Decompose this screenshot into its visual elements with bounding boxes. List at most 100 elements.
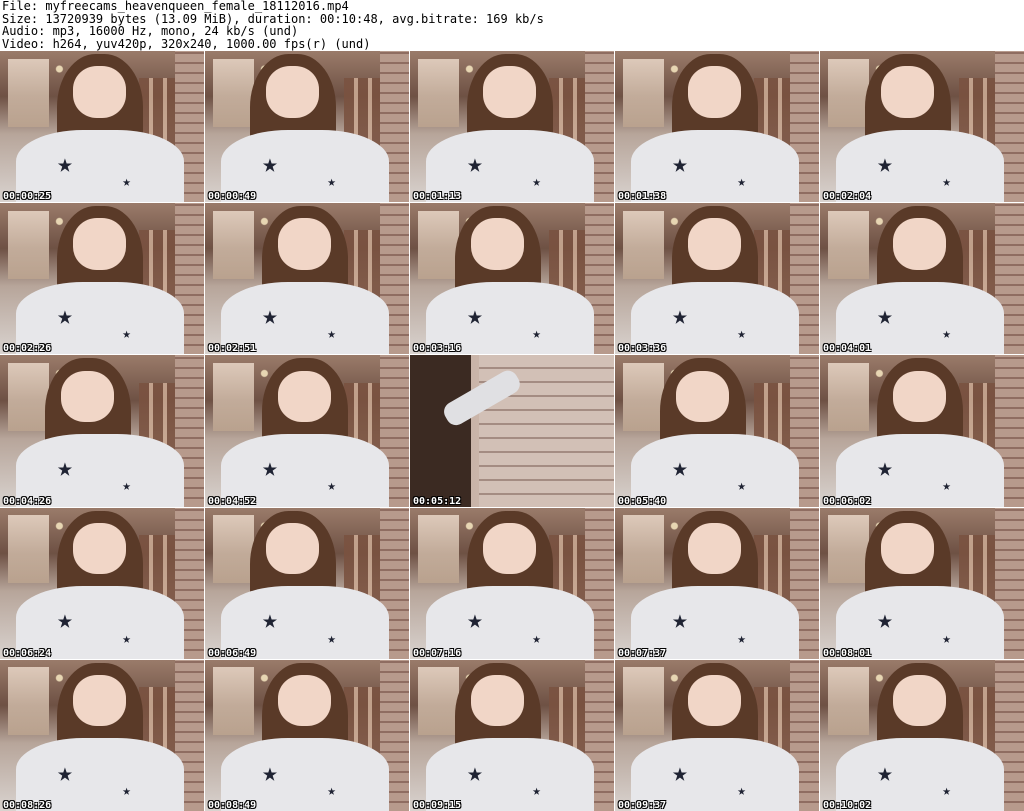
star-icon: ★ (942, 630, 951, 647)
person-face (483, 522, 537, 575)
person-face (688, 66, 742, 118)
timestamp-label: 00:05:12 (413, 495, 462, 507)
thumbnail-frame[interactable]: ★ ★ 00:01:38 (615, 51, 819, 203)
timestamp-label: 00:06:02 (823, 495, 872, 507)
thumbnail-frame[interactable]: ★ ★ 00:06:02 (820, 355, 1024, 507)
star-icon: ★ (262, 453, 278, 484)
star-icon: ★ (57, 757, 73, 788)
thumbnail-frame[interactable]: ★ ★ 00:08:01 (820, 507, 1024, 659)
star-icon: ★ (942, 173, 951, 190)
timestamp-label: 00:04:01 (823, 343, 872, 355)
person-face (471, 674, 525, 727)
star-icon: ★ (877, 300, 893, 331)
star-icon: ★ (327, 173, 336, 190)
star-icon: ★ (877, 453, 893, 484)
person-face (266, 66, 320, 118)
person-face (73, 674, 127, 727)
person-face (483, 66, 537, 118)
thumbnail-frame[interactable]: ★ ★ 00:00:25 (0, 51, 204, 203)
star-icon: ★ (57, 148, 73, 179)
star-icon: ★ (942, 326, 951, 343)
star-icon: ★ (467, 605, 483, 636)
thumbnail-frame[interactable]: ★ ★ 00:07:37 (615, 507, 819, 659)
star-icon: ★ (737, 478, 746, 495)
star-icon: ★ (467, 148, 483, 179)
person-face (278, 674, 332, 727)
star-icon: ★ (262, 757, 278, 788)
thumbnail-frame[interactable]: ★ ★ 00:05:40 (615, 355, 819, 507)
star-icon: ★ (467, 757, 483, 788)
star-icon: ★ (737, 173, 746, 190)
star-icon: ★ (672, 605, 688, 636)
star-icon: ★ (877, 757, 893, 788)
star-icon: ★ (327, 478, 336, 495)
timestamp-label: 00:07:37 (618, 647, 667, 659)
thumbnail-frame[interactable]: ★ ★ 00:10:02 (820, 659, 1024, 811)
timestamp-label: 00:02:51 (208, 343, 257, 355)
timestamp-label: 00:00:25 (3, 191, 52, 203)
person-face (676, 370, 730, 422)
thumbnail-frame[interactable]: ★ ★ 00:09:15 (410, 659, 614, 811)
thumbnail-frame[interactable]: ★ ★ 00:02:04 (820, 51, 1024, 203)
timestamp-label: 00:02:26 (3, 343, 52, 355)
thumbnail-frame[interactable]: ★ ★ 00:06:49 (205, 507, 409, 659)
person-face (278, 370, 332, 422)
timestamp-label: 00:09:15 (413, 799, 462, 811)
person-face (893, 674, 947, 727)
person-face (73, 66, 127, 118)
thumbnail-frame[interactable]: ★ ★ 00:02:26 (0, 203, 204, 355)
star-icon: ★ (532, 173, 541, 190)
person-face (893, 218, 947, 270)
star-icon: ★ (672, 148, 688, 179)
timestamp-label: 00:03:16 (413, 343, 462, 355)
person-face (61, 370, 115, 422)
person-face (278, 218, 332, 270)
star-icon: ★ (57, 300, 73, 331)
star-icon: ★ (262, 300, 278, 331)
timestamp-label: 00:09:37 (618, 799, 667, 811)
star-icon: ★ (737, 630, 746, 647)
star-icon: ★ (327, 326, 336, 343)
thumbnail-frame[interactable]: ★ ★ 00:06:24 (0, 507, 204, 659)
star-icon: ★ (122, 173, 131, 190)
star-icon: ★ (877, 148, 893, 179)
star-icon: ★ (942, 478, 951, 495)
file-name-line: File: myfreecams_heavenqueen_female_1811… (2, 0, 349, 13)
person-face (266, 522, 320, 575)
thumbnail-frame[interactable]: ★ ★ 00:04:52 (205, 355, 409, 507)
star-icon: ★ (737, 782, 746, 799)
thumbnail-frame[interactable]: ★ ★ 00:04:01 (820, 203, 1024, 355)
thumbnail-frame[interactable]: ★ ★ 00:00:49 (205, 51, 409, 203)
thumbnail-frame[interactable]: ★ ★ 00:01:13 (410, 51, 614, 203)
star-icon: ★ (57, 605, 73, 636)
thumbnail-frame[interactable]: ★ ★ 00:07:16 (410, 507, 614, 659)
star-icon: ★ (327, 782, 336, 799)
person-face (73, 218, 127, 270)
thumbnail-frame[interactable]: ★ ★ 00:08:49 (205, 659, 409, 811)
star-icon: ★ (122, 630, 131, 647)
star-icon: ★ (262, 605, 278, 636)
person-face (471, 218, 525, 270)
star-icon: ★ (737, 326, 746, 343)
star-icon: ★ (672, 300, 688, 331)
audio-info-line: Audio: mp3, 16000 Hz, mono, 24 kb/s (und… (2, 24, 299, 38)
thumbnail-frame[interactable]: ★ ★ 00:03:36 (615, 203, 819, 355)
timestamp-label: 00:02:04 (823, 191, 872, 203)
thumbnail-frame[interactable]: ★ ★ 00:02:51 (205, 203, 409, 355)
timestamp-label: 00:08:26 (3, 799, 52, 811)
thumbnail-grid: ★ ★ 00:00:25 ★ ★ 00:00:49 ★ ★ 00:01:13 ★ ★ 00:01:38… (0, 51, 1024, 811)
timestamp-label: 00:10:02 (823, 799, 872, 811)
timestamp-label: 00:06:24 (3, 647, 52, 659)
star-icon: ★ (942, 782, 951, 799)
timestamp-label: 00:08:01 (823, 647, 872, 659)
thumbnail-frame[interactable]: ★ ★ 00:03:16 (410, 203, 614, 355)
thumbnail-frame[interactable]: ★ ★ 00:08:26 (0, 659, 204, 811)
person-face (688, 522, 742, 575)
star-icon: ★ (532, 630, 541, 647)
thumbnail-frame[interactable]: ★ ★ 00:09:37 (615, 659, 819, 811)
person-face (73, 522, 127, 575)
timestamp-label: 00:03:36 (618, 343, 667, 355)
file-info-header: File: myfreecams_heavenqueen_female_1811… (2, 0, 1022, 50)
thumbnail-frame[interactable]: ★ ★ 00:04:26 (0, 355, 204, 507)
thumbnail-frame[interactable]: 00:05:12 (410, 355, 614, 507)
